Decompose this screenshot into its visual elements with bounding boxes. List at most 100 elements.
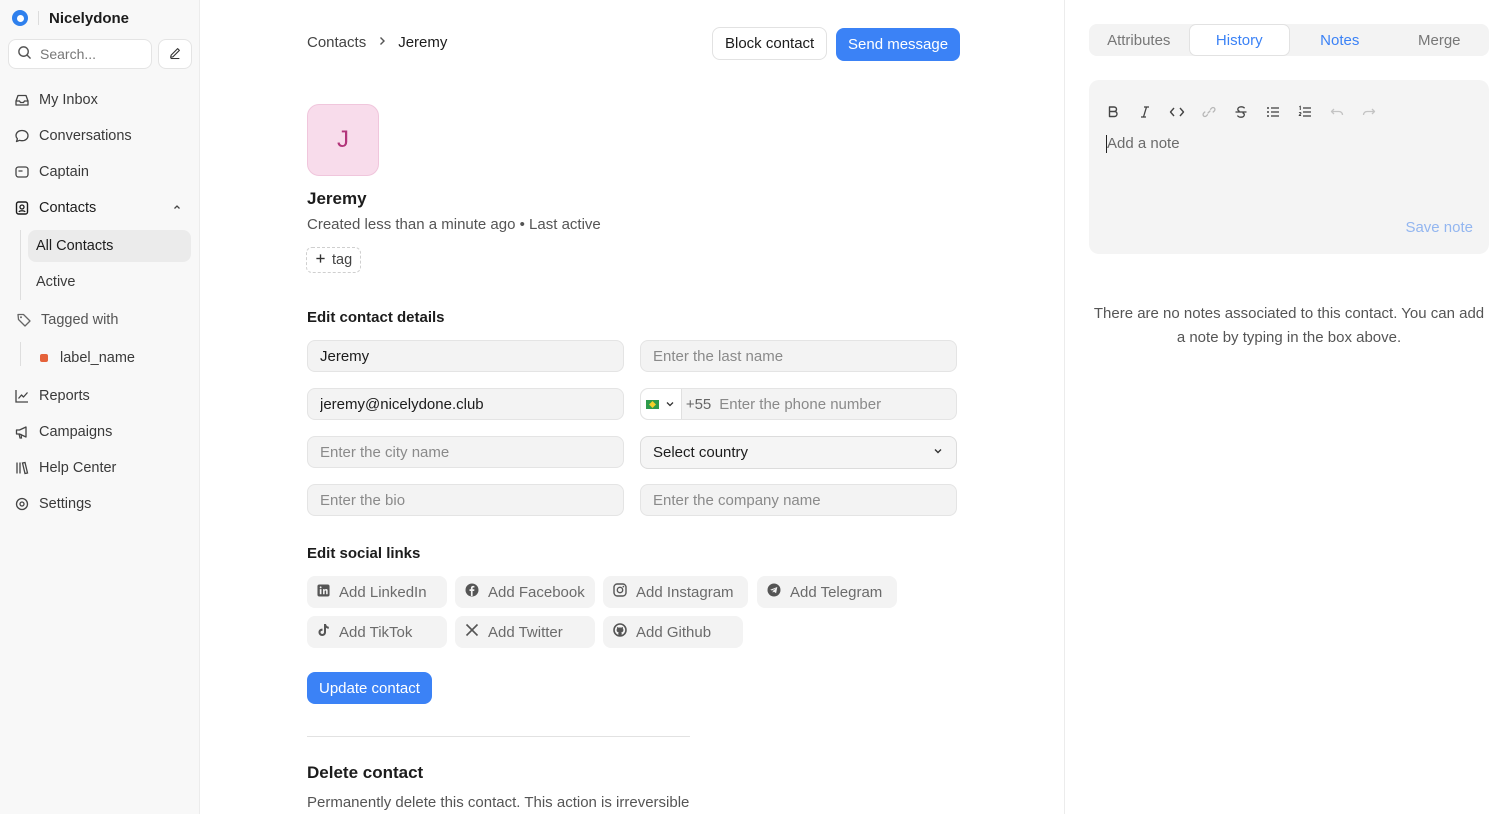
numbered-list-icon[interactable] [1295,102,1314,121]
add-github-button[interactable]: Add Github [603,616,743,648]
bio-field[interactable] [307,484,624,516]
brand[interactable]: Nicelydone [12,8,129,28]
nav-label: My Inbox [39,92,98,108]
strikethrough-icon[interactable] [1231,102,1250,121]
nav-contacts[interactable]: Contacts [8,192,192,224]
brand-logo-icon [12,10,28,26]
contacts-icon [14,200,30,216]
save-note-button[interactable]: Save note [1405,219,1473,236]
add-linkedin-button[interactable]: Add LinkedIn [307,576,447,608]
search-box[interactable] [8,39,152,69]
country-select[interactable]: Select country [640,436,957,469]
send-message-button[interactable]: Send message [836,28,961,61]
add-tag-button[interactable]: tag [306,247,362,273]
section-divider [307,736,690,737]
chevron-up-icon[interactable] [172,200,182,216]
country-code-select[interactable] [641,389,682,419]
tag-label: tag [332,252,353,268]
country-select-label: Select country [653,444,749,461]
social-label: Add Telegram [790,583,883,601]
chart-icon [14,388,30,404]
edit-details-title: Edit contact details [307,309,445,326]
nav-my-inbox[interactable]: My Inbox [8,84,192,116]
undo-icon[interactable] [1327,102,1346,121]
twitter-icon [465,623,479,641]
sidebar-item-label[interactable]: label_name [28,342,135,374]
nav-reports[interactable]: Reports [8,380,192,412]
social-label: Add Github [636,623,712,641]
add-twitter-button[interactable]: Add Twitter [455,616,595,648]
italic-icon[interactable] [1135,102,1154,121]
note-input[interactable]: Add a note [1106,135,1180,153]
bold-icon[interactable] [1103,102,1122,121]
tiktok-icon [317,623,330,641]
city-field[interactable] [307,436,624,468]
nav-settings[interactable]: Settings [8,488,192,520]
label-name: label_name [60,350,135,366]
captain-icon [14,164,30,180]
plus-icon [315,252,326,268]
megaphone-icon [14,424,30,440]
delete-contact-title: Delete contact [307,763,424,782]
nav-label: Tagged with [41,312,119,328]
nav-help-center[interactable]: Help Center [8,452,192,484]
social-label: Add TikTok [339,623,413,641]
empty-notes-message: There are no notes associated to this co… [1093,305,1485,346]
search-input[interactable] [40,46,140,62]
last-name-input[interactable] [653,347,944,365]
block-contact-button[interactable]: Block contact [712,27,828,60]
search-icon [17,45,32,63]
chevron-down-icon [665,396,675,413]
telegram-icon [767,583,781,601]
tab-merge[interactable]: Merge [1390,24,1490,56]
update-contact-button[interactable]: Update contact [307,672,432,704]
nav-conversations[interactable]: Conversations [8,120,192,152]
last-name-field[interactable] [640,340,957,372]
note-editor[interactable]: Add a note Save note [1089,80,1489,254]
phone-field[interactable]: +55 [640,388,957,420]
gear-icon [14,496,30,512]
add-instagram-button[interactable]: Add Instagram [603,576,748,608]
right-panel: Attributes History Notes Merge Add a not… [1064,0,1512,814]
social-label: Add Facebook [488,583,585,601]
social-label: Add LinkedIn [339,583,427,601]
email-field[interactable] [307,388,624,420]
add-tiktok-button[interactable]: Add TikTok [307,616,447,648]
add-facebook-button[interactable]: Add Facebook [455,576,595,608]
tab-history[interactable]: History [1188,24,1290,56]
library-icon [14,460,30,476]
first-name-input[interactable] [320,347,611,365]
bullet-list-icon[interactable] [1263,102,1282,121]
chat-icon [14,128,30,144]
email-input[interactable] [320,395,611,413]
chevron-right-icon [376,34,388,51]
tab-attributes[interactable]: Attributes [1089,24,1189,56]
code-icon[interactable] [1167,102,1186,121]
social-links-title: Edit social links [307,545,421,562]
phone-input[interactable] [719,395,956,413]
bio-input[interactable] [320,491,611,509]
redo-icon[interactable] [1359,102,1378,121]
tab-notes[interactable]: Notes [1290,24,1390,56]
company-field[interactable] [640,484,957,516]
add-telegram-button[interactable]: Add Telegram [757,576,897,608]
contact-name: Jeremy [307,189,367,208]
compose-button[interactable] [158,39,192,69]
city-input[interactable] [320,443,611,461]
contact-detail: Contacts Jeremy Block contact Send messa… [201,0,1064,814]
company-input[interactable] [653,491,944,509]
instagram-icon [613,583,627,601]
sidebar-item-active[interactable]: Active [28,266,191,298]
delete-contact-description: Permanently delete this contact. This ac… [307,794,690,811]
tag-submenu-line [20,342,21,366]
nav-campaigns[interactable]: Campaigns [8,416,192,448]
link-icon[interactable] [1199,102,1218,121]
breadcrumb: Contacts Jeremy [307,34,447,51]
breadcrumb-current: Jeremy [398,34,448,51]
sidebar-item-all-contacts[interactable]: All Contacts [28,230,191,262]
nav-tagged-with[interactable]: Tagged with [10,304,194,336]
first-name-field[interactable] [307,340,624,372]
submenu-line [20,230,21,300]
nav-captain[interactable]: Captain [8,156,192,188]
breadcrumb-contacts[interactable]: Contacts [307,34,366,51]
